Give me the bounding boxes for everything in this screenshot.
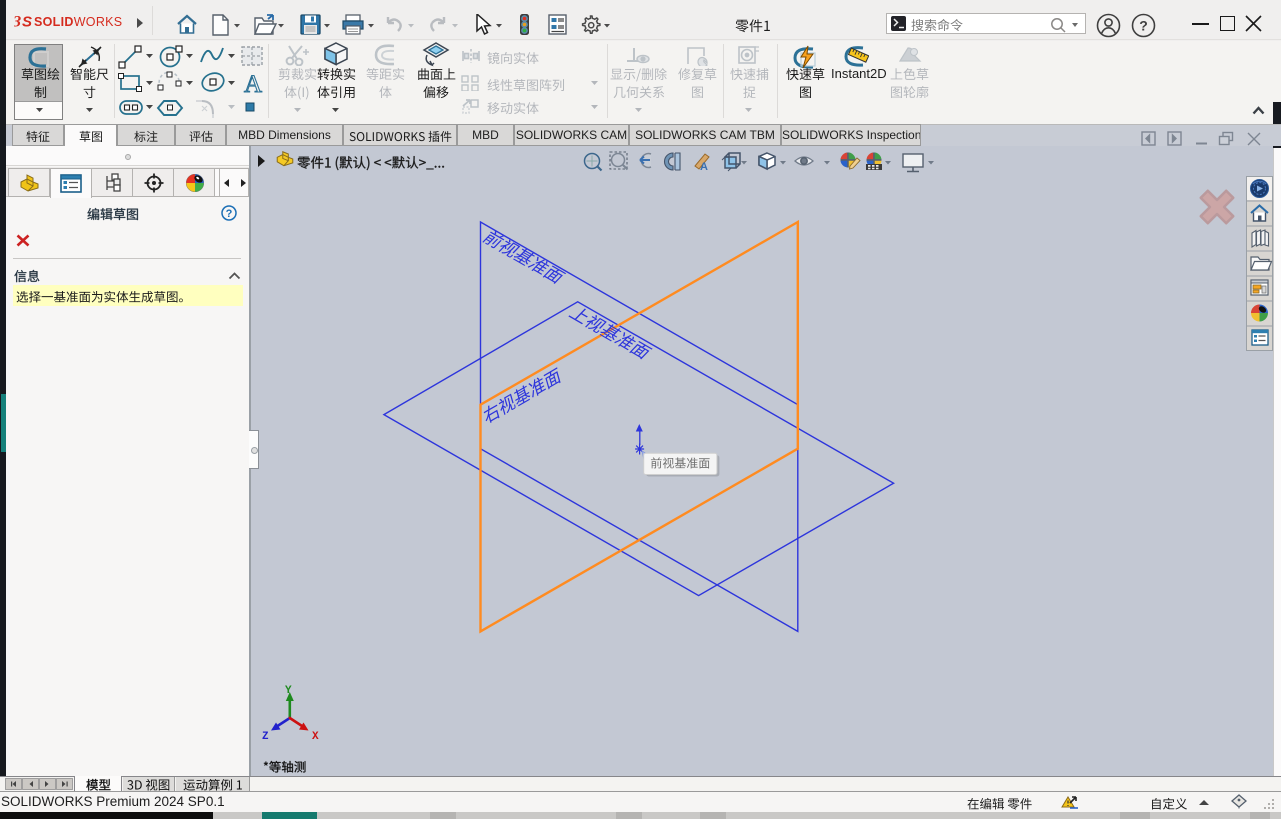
svg-text:?: ? bbox=[226, 208, 233, 220]
svg-text:X: X bbox=[312, 731, 319, 743]
svg-text:A: A bbox=[700, 161, 708, 173]
svg-text:Z: Z bbox=[262, 731, 269, 743]
svg-text:Y: Y bbox=[285, 685, 292, 697]
svg-text:S: S bbox=[22, 14, 32, 31]
svg-text:З: З bbox=[14, 14, 21, 31]
svg-text:A: A bbox=[244, 71, 262, 98]
svg-text:SOLIDWORKS: SOLIDWORKS bbox=[34, 15, 122, 29]
svg-text:?: ? bbox=[1139, 18, 1148, 34]
